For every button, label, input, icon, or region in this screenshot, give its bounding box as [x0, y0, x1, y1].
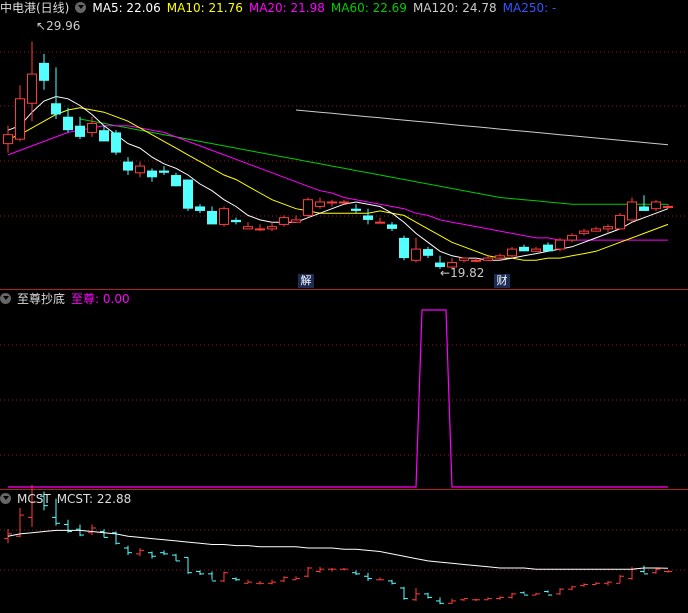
ma-legend: MA5: 22.06 MA10: 21.76 MA20: 21.98 MA60: 22… — [92, 1, 562, 15]
candle-body — [579, 230, 589, 234]
sub2-title: MCST — [17, 492, 51, 506]
candle-body — [171, 175, 181, 187]
candle-body — [567, 235, 577, 241]
low-price-value: 19.82 — [450, 266, 485, 280]
candle-body — [87, 122, 97, 133]
candle-body — [639, 206, 649, 211]
ma-legend-item: MA10: 21.76 — [166, 1, 243, 15]
candle-body — [27, 73, 37, 104]
ma-legend-item: MA120: 24.78 — [412, 1, 497, 15]
candle-body — [339, 201, 349, 204]
candle-body — [315, 201, 325, 207]
candle-body — [75, 125, 85, 137]
candle-body — [135, 165, 145, 174]
candle-body — [327, 201, 337, 204]
candle-body — [555, 239, 565, 250]
candle-body — [627, 201, 637, 221]
candle-body — [159, 170, 169, 173]
candle-body — [615, 214, 625, 230]
ma-legend-item: MA60: 22.69 — [330, 1, 407, 15]
ma120-line — [295, 109, 669, 146]
candle-body — [99, 130, 109, 142]
candle-body — [231, 219, 241, 223]
candle-body — [183, 179, 193, 209]
candle-body — [243, 226, 253, 230]
candle-body — [651, 201, 661, 210]
marker-jie[interactable]: 解 — [298, 274, 314, 288]
ma-legend-item: MA20: 21.98 — [248, 1, 325, 15]
candle-body — [663, 205, 673, 208]
candle-body — [267, 226, 277, 230]
dropdown-icon[interactable] — [0, 493, 11, 504]
candle-body — [207, 210, 217, 225]
candle-body — [147, 170, 157, 178]
candle-body — [519, 246, 529, 252]
candle-body — [603, 226, 613, 230]
zhizun-line — [8, 309, 668, 488]
candle-body — [351, 208, 361, 211]
candle-body — [111, 132, 121, 153]
main-legend: 中电港(日线) MA5: 22.06 MA10: 21.76 MA20: 21.98 M… — [0, 0, 568, 16]
dropdown-icon[interactable] — [0, 293, 11, 304]
candle-body — [291, 219, 301, 223]
candle-body — [255, 228, 265, 231]
high-price-value: 29.96 — [46, 19, 81, 33]
candle-body — [507, 248, 517, 257]
stock-title: 中电港(日线) — [0, 1, 70, 15]
stock-chart-window: 中电港(日线) MA5: 22.06 MA10: 21.76 MA20: 21.98 M… — [0, 0, 688, 613]
sub1-value: 至尊: 0.00 — [71, 292, 130, 306]
candle-body — [363, 215, 373, 220]
candle-body — [411, 248, 421, 261]
candle-body — [219, 208, 229, 225]
candle-body — [63, 116, 73, 131]
sub2-value: MCST: 22.88 — [56, 492, 132, 506]
mcst-line — [7, 529, 669, 570]
candle-body — [471, 259, 481, 262]
candle-body — [399, 237, 409, 259]
candle-body — [375, 221, 385, 224]
candle-body — [15, 98, 25, 140]
candle-body — [531, 248, 541, 252]
candle-body — [387, 224, 397, 229]
candle-body — [3, 134, 13, 145]
marker-cai[interactable]: 财 — [494, 274, 510, 288]
sub1-title: 至尊抄底 — [17, 292, 66, 306]
ma-legend-item: MA250: - — [502, 1, 557, 15]
candle-body — [39, 62, 49, 81]
dropdown-icon[interactable] — [75, 2, 87, 13]
candle-body — [123, 161, 133, 171]
ma-legend-item: MA5: 22.06 — [92, 1, 161, 15]
sub1-legend: 至尊抄底 至尊: 0.00 — [0, 291, 136, 307]
candle-body — [51, 103, 61, 115]
candle-body — [423, 249, 433, 256]
candle-body — [195, 206, 205, 211]
candle-body — [591, 228, 601, 232]
candle-body — [483, 257, 493, 261]
candle-body — [303, 199, 313, 216]
low-price-label: ←19.82 — [440, 266, 485, 280]
candle-body — [279, 217, 289, 225]
candle-body — [459, 257, 469, 261]
sub2-legend: MCST MCST: 22.88 — [0, 491, 137, 507]
candle-body — [543, 244, 553, 252]
ma20-line — [7, 125, 668, 241]
high-price-label: ↖29.96 — [36, 19, 81, 33]
ma60-line — [79, 118, 669, 205]
candle-body — [495, 255, 505, 259]
